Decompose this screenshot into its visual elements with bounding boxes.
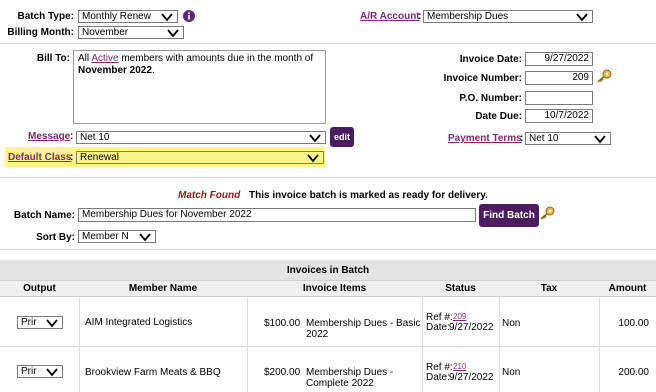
match-message: This invoice batch is marked as ready fo… bbox=[249, 190, 488, 201]
match-found-label: Match Found bbox=[178, 190, 241, 201]
date-due-label: Date Due: bbox=[475, 111, 522, 122]
billing-month-label: Billing Month: bbox=[7, 27, 74, 38]
output-value: Prir bbox=[21, 366, 37, 377]
tax-value: Non bbox=[502, 367, 521, 378]
member-name: AIM Integrated Logistics bbox=[85, 317, 193, 328]
table-row: Prir Brookview Farm Meats & BBQ $200.00 … bbox=[0, 347, 656, 392]
member-name: Brookview Farm Meats & BBQ bbox=[85, 367, 221, 378]
item-description-line2: 2022 bbox=[306, 329, 329, 340]
ar-account-colon: : bbox=[418, 11, 422, 22]
output-select[interactable]: Prir bbox=[17, 316, 63, 329]
po-number-input[interactable] bbox=[525, 91, 593, 105]
invoice-date-input[interactable]: 9/27/2022 bbox=[525, 52, 593, 66]
ar-account-link[interactable]: A/R Account bbox=[360, 11, 420, 22]
divider bbox=[0, 249, 656, 250]
output-select[interactable]: Prir bbox=[17, 365, 63, 378]
payment-terms-link[interactable]: Payment Terms bbox=[448, 133, 522, 144]
sort-by-select[interactable]: Member N bbox=[78, 230, 156, 243]
item-price: $200.00 bbox=[264, 367, 301, 378]
batch-name-input[interactable]: Membership Dues for November 2022 bbox=[78, 208, 476, 222]
item-description-line1: Membership Dues - Basic bbox=[306, 318, 421, 329]
chevron-down-icon bbox=[161, 13, 173, 22]
find-batch-button[interactable]: Find Batch bbox=[479, 204, 539, 227]
tax-value: Non bbox=[502, 318, 521, 329]
batch-type-label: Batch Type: bbox=[17, 11, 75, 22]
item-price: $100.00 bbox=[264, 318, 301, 329]
default-class-colon: : bbox=[70, 152, 74, 163]
bill-to-label: Bill To: bbox=[36, 53, 70, 64]
item-description-line1: Membership Dues - bbox=[306, 367, 394, 378]
message-colon: : bbox=[70, 131, 74, 142]
payment-terms-select[interactable]: Net 10 bbox=[525, 132, 611, 145]
info-icon[interactable] bbox=[183, 10, 195, 22]
message-value: Net 10 bbox=[80, 132, 110, 143]
default-class-value: Renewal bbox=[80, 152, 119, 163]
date-due-input[interactable]: 10/7/2022 bbox=[525, 109, 593, 123]
amount-value: 200.00 bbox=[618, 367, 649, 378]
ar-account-select[interactable]: Membership Dues bbox=[423, 10, 593, 23]
edit-button[interactable]: edit bbox=[330, 127, 354, 147]
column-header-member-name: Member Name bbox=[128, 283, 198, 294]
divider bbox=[0, 43, 656, 44]
column-header-output: Output bbox=[23, 283, 56, 294]
ref-link[interactable]: 209 bbox=[453, 312, 466, 321]
item-description-line2: Complete 2022 bbox=[306, 378, 374, 389]
status-date-label: Date: bbox=[426, 372, 450, 383]
status-date: 9/27/2022 bbox=[449, 372, 494, 383]
table-title: Invoices in Batch bbox=[286, 265, 370, 276]
chevron-down-icon bbox=[46, 368, 58, 377]
po-number-label: P.O. Number: bbox=[459, 93, 522, 104]
chevron-down-icon bbox=[307, 154, 319, 163]
chevron-down-icon bbox=[46, 319, 58, 328]
default-class-select[interactable]: Renewal bbox=[76, 151, 324, 164]
column-header-amount: Amount bbox=[608, 283, 647, 294]
batch-type-value: Monthly Renew bbox=[82, 11, 151, 22]
column-header-status: Status bbox=[445, 283, 476, 294]
chevron-down-icon bbox=[576, 13, 588, 22]
billing-month-select[interactable]: November bbox=[78, 26, 184, 39]
sort-by-label: Sort By: bbox=[36, 232, 75, 243]
chevron-down-icon bbox=[167, 29, 179, 38]
ref-link[interactable]: 210 bbox=[453, 362, 466, 371]
invoice-number-input[interactable]: 209 bbox=[525, 71, 593, 85]
invoice-date-label: Invoice Date: bbox=[459, 54, 522, 65]
key-icon[interactable] bbox=[539, 206, 555, 220]
column-header-invoice-items: Invoice Items bbox=[302, 283, 367, 294]
bill-to-box[interactable]: All Active members with amounts due in t… bbox=[73, 50, 326, 124]
chevron-down-icon bbox=[309, 134, 321, 143]
amount-value: 100.00 bbox=[618, 318, 649, 329]
divider bbox=[0, 177, 656, 178]
bill-to-month: November 2022 bbox=[78, 65, 152, 76]
bill-to-text-end: . bbox=[151, 65, 155, 76]
key-icon[interactable] bbox=[596, 69, 612, 83]
payment-terms-colon: : bbox=[520, 133, 524, 144]
invoice-number-label: Invoice Number: bbox=[443, 73, 522, 84]
chevron-down-icon bbox=[139, 233, 151, 242]
sort-by-value: Member N bbox=[82, 231, 129, 242]
table-row: Prir AIM Integrated Logistics $100.00 Me… bbox=[0, 297, 656, 347]
column-header-tax: Tax bbox=[540, 283, 558, 294]
bill-to-text-mid: members with amounts due in the month of bbox=[118, 53, 314, 64]
invoices-table: Invoices in Batch Output Member Name Inv… bbox=[0, 260, 656, 392]
billing-month-value: November bbox=[82, 27, 129, 38]
message-link[interactable]: Message bbox=[28, 131, 70, 142]
message-select[interactable]: Net 10 bbox=[76, 131, 326, 144]
default-class-link[interactable]: Default Class bbox=[8, 152, 71, 163]
status-date: 9/27/2022 bbox=[449, 322, 494, 333]
active-link[interactable]: Active bbox=[91, 53, 118, 64]
batch-name-label: Batch Name: bbox=[13, 210, 75, 221]
bill-to-text-start: All bbox=[78, 53, 92, 64]
payment-terms-value: Net 10 bbox=[529, 133, 559, 144]
batch-type-select[interactable]: Monthly Renew bbox=[78, 10, 178, 23]
output-value: Prir bbox=[21, 317, 37, 328]
status-date-label: Date: bbox=[426, 322, 450, 333]
chevron-down-icon bbox=[594, 135, 606, 144]
ar-account-value: Membership Dues bbox=[427, 11, 509, 22]
